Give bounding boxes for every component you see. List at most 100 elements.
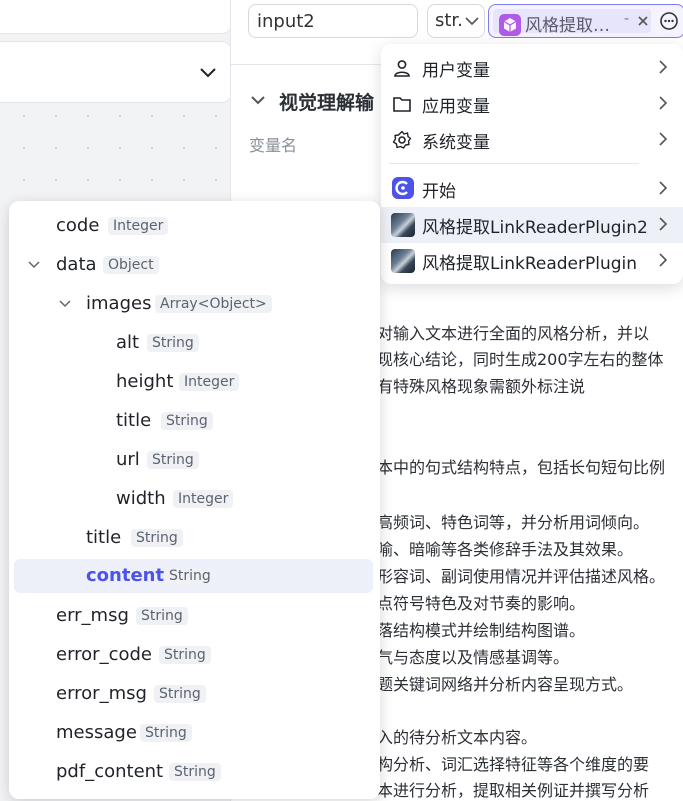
menu-item-label: 开始 <box>422 182 456 202</box>
field-type-badge: String <box>154 685 206 703</box>
tree-row[interactable]: message String <box>9 719 380 749</box>
folder-icon <box>393 97 411 112</box>
field-key: images <box>86 293 152 314</box>
menu-item-system-variables[interactable]: 系统变量 <box>381 122 683 158</box>
tree-row[interactable]: url String <box>9 446 380 476</box>
menu-item-label: 用户变量 <box>422 61 490 81</box>
field-key: title <box>116 410 152 431</box>
field-type-badge: String <box>147 334 199 352</box>
field-key: url <box>116 449 140 470</box>
field-type-badge: Object <box>103 256 159 274</box>
field-type-badge: String <box>164 567 216 585</box>
field-key: pdf_content <box>56 761 164 782</box>
prompt-text-line: 有特殊风格现象需额外标注说 <box>377 377 586 396</box>
prompt-text-line: 题关键词网络并分析内容呈现方式。 <box>377 675 634 694</box>
field-key: err_msg <box>56 605 129 626</box>
close-icon[interactable] <box>637 15 649 27</box>
field-type-badge: String <box>161 412 213 430</box>
field-type-badge: Integer <box>179 373 240 391</box>
menu-item-plugin[interactable]: 风格提取LinkReaderPlugin <box>381 243 683 279</box>
prompt-text-line: 入的待分析文本内容。 <box>377 728 538 747</box>
field-type-badge: Array<Object> <box>155 295 272 313</box>
chevron-right-icon <box>659 253 668 267</box>
tree-row[interactable]: width Integer <box>9 485 380 515</box>
prompt-text-line: 形容词、副词使用情况并评估描述风格。 <box>377 567 666 586</box>
field-key: error_code <box>56 644 152 665</box>
tree-row[interactable]: error_msg String <box>9 680 380 710</box>
chevron-down-icon[interactable] <box>28 260 40 270</box>
tree-row[interactable]: alt String <box>9 329 380 359</box>
menu-item-app-variables[interactable]: 应用变量 <box>381 86 683 122</box>
field-key: title <box>86 527 122 548</box>
gear-icon <box>392 130 412 149</box>
plugin-cube-icon <box>499 14 521 36</box>
field-key: height <box>116 371 174 392</box>
canvas-node-card-top[interactable] <box>0 0 232 34</box>
field-type-badge: String <box>147 451 199 469</box>
prompt-text-line: 喻、暗喻等各类修辞手法及其效果。 <box>377 540 634 559</box>
field-key: alt <box>116 332 140 353</box>
tree-row[interactable]: error_code String <box>9 641 380 671</box>
section-title: 视觉理解输 <box>279 92 375 114</box>
menu-item-start[interactable]: 开始 <box>381 171 683 207</box>
tree-row[interactable]: title String <box>9 407 380 437</box>
variable-type-value: str. <box>435 10 463 31</box>
tree-row[interactable]: title String <box>9 524 380 554</box>
variable-reference-label: 风格提取… <box>525 16 610 36</box>
field-type-badge: String <box>140 724 192 742</box>
prompt-text-line: 气与态度以及情感基调等。 <box>377 648 570 667</box>
field-type-badge: String <box>159 646 211 664</box>
plugin-thumbnail-icon <box>391 249 415 273</box>
menu-item-label: 风格提取LinkReaderPlugin <box>422 254 638 274</box>
chevron-right-icon <box>659 96 668 110</box>
tree-row-selected[interactable]: content String <box>14 559 373 593</box>
menu-item-label: 系统变量 <box>422 133 490 153</box>
variable-source-menu: 用户变量 应用变量 系统变量 开始 风格提取LinkReaderPlugin2 … <box>381 44 683 284</box>
variable-type-select[interactable]: str. <box>427 4 485 38</box>
prompt-text-line: 落结构模式并绘制结构图谱。 <box>377 621 586 640</box>
output-field-tree: code Integer data Object images Array<Ob… <box>9 201 380 799</box>
field-label: 变量名 <box>249 136 298 155</box>
tree-row[interactable]: height Integer <box>9 368 380 398</box>
chevron-right-icon <box>659 217 668 231</box>
chevron-down-icon[interactable] <box>59 299 71 309</box>
prompt-text-line: 高频词、特色词等，并分析用词倾向。 <box>377 513 650 532</box>
variable-reference-dash: - <box>624 11 630 27</box>
user-icon <box>394 60 410 77</box>
prompt-text-line: 对输入文本进行全面的风格分析，并以 <box>377 324 650 343</box>
field-key: message <box>56 722 137 743</box>
field-key: content <box>86 565 165 586</box>
field-type-badge: String <box>131 529 183 547</box>
chevron-down-icon <box>465 17 479 26</box>
tree-row[interactable]: pdf_content String <box>9 758 380 788</box>
menu-item-label: 风格提取LinkReaderPlugin2 <box>422 218 648 238</box>
variable-reference-select[interactable]: 风格提取… - <box>488 4 683 38</box>
field-key: error_msg <box>56 683 147 704</box>
field-type-badge: Integer <box>108 217 169 235</box>
field-type-badge: String <box>169 763 221 781</box>
tree-row[interactable]: data Object <box>9 251 380 281</box>
tree-row[interactable]: images Array<Object> <box>9 290 380 320</box>
field-type-badge: Integer <box>173 490 234 508</box>
prompt-text-line: 构分析、词汇选择特征等各个维度的要 <box>377 755 650 774</box>
menu-item-label: 应用变量 <box>422 97 490 117</box>
variable-picker-icon[interactable] <box>659 11 679 31</box>
menu-item-plugin2[interactable]: 风格提取LinkReaderPlugin2 <box>381 207 683 243</box>
tree-row[interactable]: code Integer <box>9 212 380 242</box>
chevron-down-icon[interactable] <box>250 94 266 106</box>
menu-divider <box>389 163 639 164</box>
menu-item-user-variables[interactable]: 用户变量 <box>381 50 683 86</box>
chevron-right-icon <box>659 132 668 146</box>
plugin-thumbnail-icon <box>391 213 415 237</box>
tree-row[interactable]: err_msg String <box>9 602 380 632</box>
prompt-text-line: 本中的句式结构特点，包括长句短句比例 <box>377 458 666 477</box>
start-node-icon <box>392 177 414 199</box>
variable-name-input[interactable]: input2 <box>248 4 418 38</box>
field-key: code <box>56 215 100 236</box>
prompt-text-line: 现核心结论，同时生成200字左右的整体 <box>377 350 664 369</box>
chevron-right-icon <box>659 60 668 74</box>
chevron-down-icon[interactable] <box>198 62 218 82</box>
prompt-text-line: 本进行分析，提取相关例证并撰写分析 <box>377 781 650 800</box>
chevron-right-icon <box>659 181 668 195</box>
field-type-badge: String <box>136 607 188 625</box>
